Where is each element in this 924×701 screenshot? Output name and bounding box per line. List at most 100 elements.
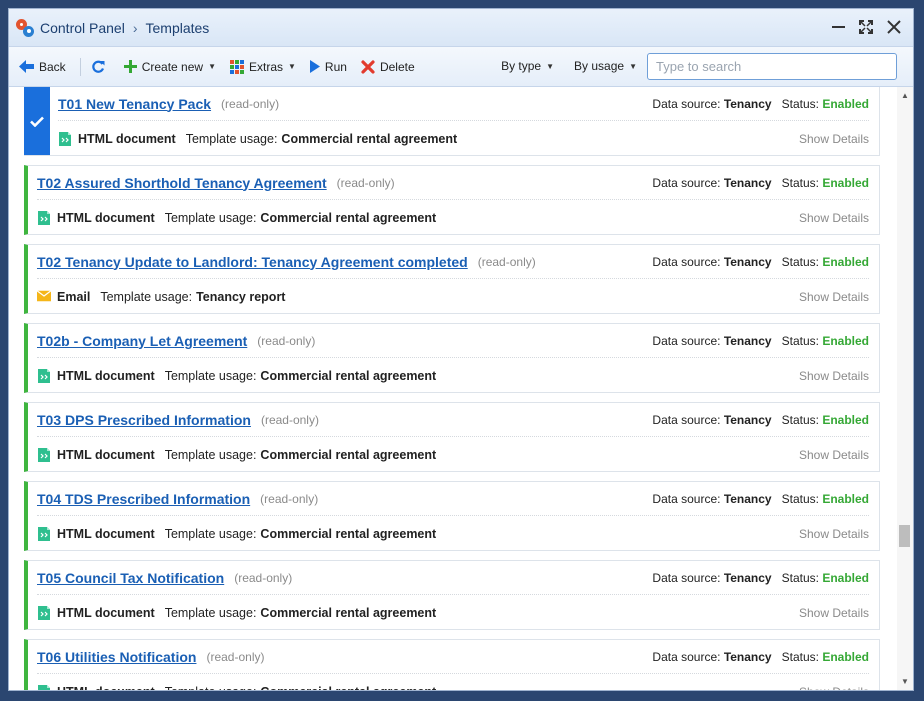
- template-card[interactable]: T03 DPS Prescribed Information (read-only…: [24, 402, 880, 472]
- template-title-link[interactable]: T02 Assured Shorthold Tenancy Agreement: [37, 175, 327, 191]
- status-label: Status:: [781, 412, 819, 427]
- template-header-row: T02b - Company Let Agreement (read-only) D…: [37, 324, 869, 358]
- data-source-label: Data source:: [652, 333, 721, 348]
- template-card[interactable]: T05 Council Tax Notification (read-only) D…: [24, 560, 880, 630]
- scroll-down-icon[interactable]: ▼: [901, 677, 909, 686]
- template-card[interactable]: T02 Assured Shorthold Tenancy Agreement (…: [24, 165, 880, 235]
- template-usage-label: Template usage:: [164, 369, 257, 383]
- search-input[interactable]: [647, 53, 897, 80]
- template-usage-label: Template usage:: [164, 527, 257, 541]
- template-meta: Data source: Tenancy Status: Enabled: [652, 650, 869, 664]
- status-label: Status:: [781, 96, 819, 111]
- show-details-link[interactable]: Show Details: [799, 132, 869, 146]
- template-card[interactable]: T06 Utilities Notification (read-only) Dat…: [24, 639, 880, 690]
- template-title-link[interactable]: T01 New Tenancy Pack: [58, 96, 211, 112]
- template-meta: Data source: Tenancy Status: Enabled: [652, 413, 869, 427]
- back-arrow-icon: [19, 60, 34, 73]
- data-source-label: Data source:: [652, 491, 721, 506]
- template-meta: Data source: Tenancy Status: Enabled: [652, 492, 869, 506]
- data-source-label: Data source:: [652, 175, 721, 190]
- template-usage-value: Commercial rental agreement: [281, 132, 458, 146]
- chevron-down-icon: ▼: [208, 62, 216, 71]
- status-value: Enabled: [822, 649, 869, 664]
- back-label: Back: [39, 59, 66, 74]
- read-only-tag: (read-only): [257, 333, 316, 348]
- chevron-down-icon: ▼: [288, 62, 296, 71]
- show-details-link[interactable]: Show Details: [799, 448, 869, 462]
- minimize-button[interactable]: [829, 18, 847, 36]
- read-only-tag: (read-only): [260, 491, 319, 506]
- extras-label: Extras: [248, 59, 283, 74]
- status-label: Status:: [781, 254, 819, 269]
- plus-icon: [123, 60, 137, 73]
- extras-button[interactable]: Extras ▼: [229, 59, 296, 74]
- close-button[interactable]: [885, 18, 903, 36]
- template-title-link[interactable]: T04 TDS Prescribed Information: [37, 491, 250, 507]
- template-title-link[interactable]: T02b - Company Let Agreement: [37, 333, 247, 349]
- selected-marker: [24, 87, 50, 155]
- template-usage-label: Template usage:: [164, 606, 257, 620]
- html-document-icon: [58, 132, 72, 146]
- maximize-button[interactable]: [857, 18, 875, 36]
- maximize-icon: [859, 20, 873, 34]
- template-meta: Data source: Tenancy Status: Enabled: [652, 255, 869, 269]
- show-details-link[interactable]: Show Details: [799, 685, 869, 690]
- template-card[interactable]: T02b - Company Let Agreement (read-only) D…: [24, 323, 880, 393]
- back-button[interactable]: Back: [19, 60, 66, 74]
- delete-button[interactable]: Delete: [361, 60, 415, 74]
- template-title-link[interactable]: T06 Utilities Notification: [37, 649, 196, 665]
- template-card[interactable]: T02 Tenancy Update to Landlord: Tenancy …: [24, 244, 880, 314]
- data-source-value: Tenancy: [723, 333, 772, 348]
- template-card[interactable]: T01 New Tenancy Pack (read-only) Data sour…: [24, 87, 880, 156]
- refresh-button[interactable]: [91, 60, 110, 74]
- filter-by-usage-dropdown[interactable]: By usage ▼: [574, 59, 637, 73]
- filter-by-type-dropdown[interactable]: By type ▼: [501, 59, 554, 73]
- scroll-up-icon[interactable]: ▲: [901, 91, 909, 100]
- template-title-link[interactable]: T03 DPS Prescribed Information: [37, 412, 251, 428]
- toolbar: Back Create new ▼ Extras ▼ Run Delete By…: [9, 47, 913, 87]
- template-title-link[interactable]: T02 Tenancy Update to Landlord: Tenancy …: [37, 254, 468, 270]
- read-only-tag: (read-only): [221, 96, 280, 111]
- template-usage-value: Commercial rental agreement: [260, 685, 436, 690]
- template-detail-row: HTML document Template usage:Commercial r…: [37, 674, 869, 690]
- show-details-link[interactable]: Show Details: [799, 211, 869, 225]
- refresh-icon: [91, 60, 105, 74]
- delete-x-icon: [361, 59, 375, 74]
- template-detail-row: HTML document Template usage:Commercial r…: [37, 595, 869, 631]
- show-details-link[interactable]: Show Details: [799, 290, 869, 304]
- status-value: Enabled: [822, 412, 869, 427]
- templates-window: Control Panel › Templates Back Create ne…: [8, 8, 914, 691]
- template-header-row: T06 Utilities Notification (read-only) Dat…: [37, 640, 869, 674]
- template-title-link[interactable]: T05 Council Tax Notification: [37, 570, 224, 586]
- data-source-value: Tenancy: [723, 96, 772, 111]
- template-detail-row: HTML document Template usage:Commercial r…: [37, 437, 869, 473]
- show-details-link[interactable]: Show Details: [799, 527, 869, 541]
- run-label: Run: [324, 59, 347, 74]
- chevron-down-icon: ▼: [629, 61, 637, 71]
- template-header-row: T01 New Tenancy Pack (read-only) Data sour…: [58, 87, 869, 121]
- show-details-link[interactable]: Show Details: [799, 369, 869, 383]
- status-label: Status:: [781, 491, 819, 506]
- breadcrumb-templates: Templates: [145, 19, 210, 36]
- show-details-link[interactable]: Show Details: [799, 606, 869, 620]
- document-type: HTML document: [57, 369, 155, 383]
- delete-label: Delete: [379, 59, 415, 74]
- template-detail-row: Email Template usage: Tenancy report Show D…: [37, 279, 869, 315]
- template-detail-row: HTML document Template usage:Commercial r…: [37, 200, 869, 236]
- document-type: HTML document: [57, 211, 155, 225]
- template-usage-value: Commercial rental agreement: [260, 606, 437, 620]
- template-usage-value: Commercial rental agreement: [260, 448, 437, 462]
- data-source-value: Tenancy: [723, 175, 772, 190]
- status-value: Enabled: [822, 570, 869, 585]
- vertical-scrollbar[interactable]: ▲ ▼: [897, 87, 913, 690]
- scrollbar-thumb[interactable]: [899, 525, 910, 547]
- document-type: HTML document: [57, 527, 155, 541]
- template-usage-value: Commercial rental agreement: [260, 527, 437, 541]
- data-source-label: Data source:: [652, 254, 721, 269]
- create-new-button[interactable]: Create new ▼: [123, 60, 216, 74]
- template-card[interactable]: T04 TDS Prescribed Information (read-only…: [24, 481, 880, 551]
- breadcrumb-control-panel[interactable]: Control Panel: [40, 20, 125, 36]
- close-icon: [887, 20, 901, 34]
- run-button[interactable]: Run: [309, 59, 347, 74]
- template-header-row: T02 Tenancy Update to Landlord: Tenancy …: [37, 245, 869, 279]
